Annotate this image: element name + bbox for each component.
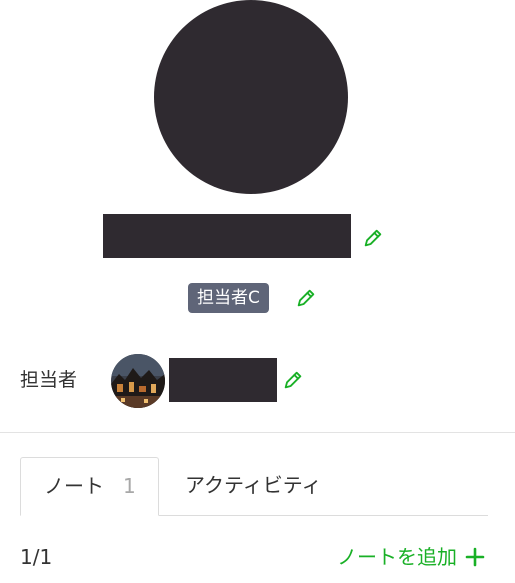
tab-notes-label: ノート xyxy=(44,474,104,498)
tab-activity[interactable]: アクティビティ xyxy=(185,457,322,515)
section-divider xyxy=(0,432,515,433)
notes-pagination: 1/1 xyxy=(20,545,53,569)
assignee-avatar xyxy=(111,354,165,408)
add-note-label: ノートを追加 xyxy=(337,545,457,569)
plus-icon xyxy=(465,544,485,567)
edit-assignee-pencil-icon[interactable] xyxy=(282,369,304,391)
assignee-name-redacted xyxy=(169,358,277,402)
edit-tag-pencil-icon[interactable] xyxy=(295,287,317,309)
tab-notes-count: 1 xyxy=(123,474,136,498)
profile-name-redacted xyxy=(103,214,351,258)
profile-avatar xyxy=(154,0,348,194)
add-note-button[interactable]: ノートを追加 xyxy=(337,541,485,573)
assignee-label: 担当者 xyxy=(20,369,78,391)
role-tag-badge: 担当者C xyxy=(188,283,269,313)
contact-detail-panel: 担当者C 担当者 ノート 1 アクティビティ 1/1 ノートを追加 xyxy=(0,0,515,583)
tab-notes[interactable]: ノート 1 xyxy=(20,457,159,516)
edit-name-pencil-icon[interactable] xyxy=(362,227,384,249)
